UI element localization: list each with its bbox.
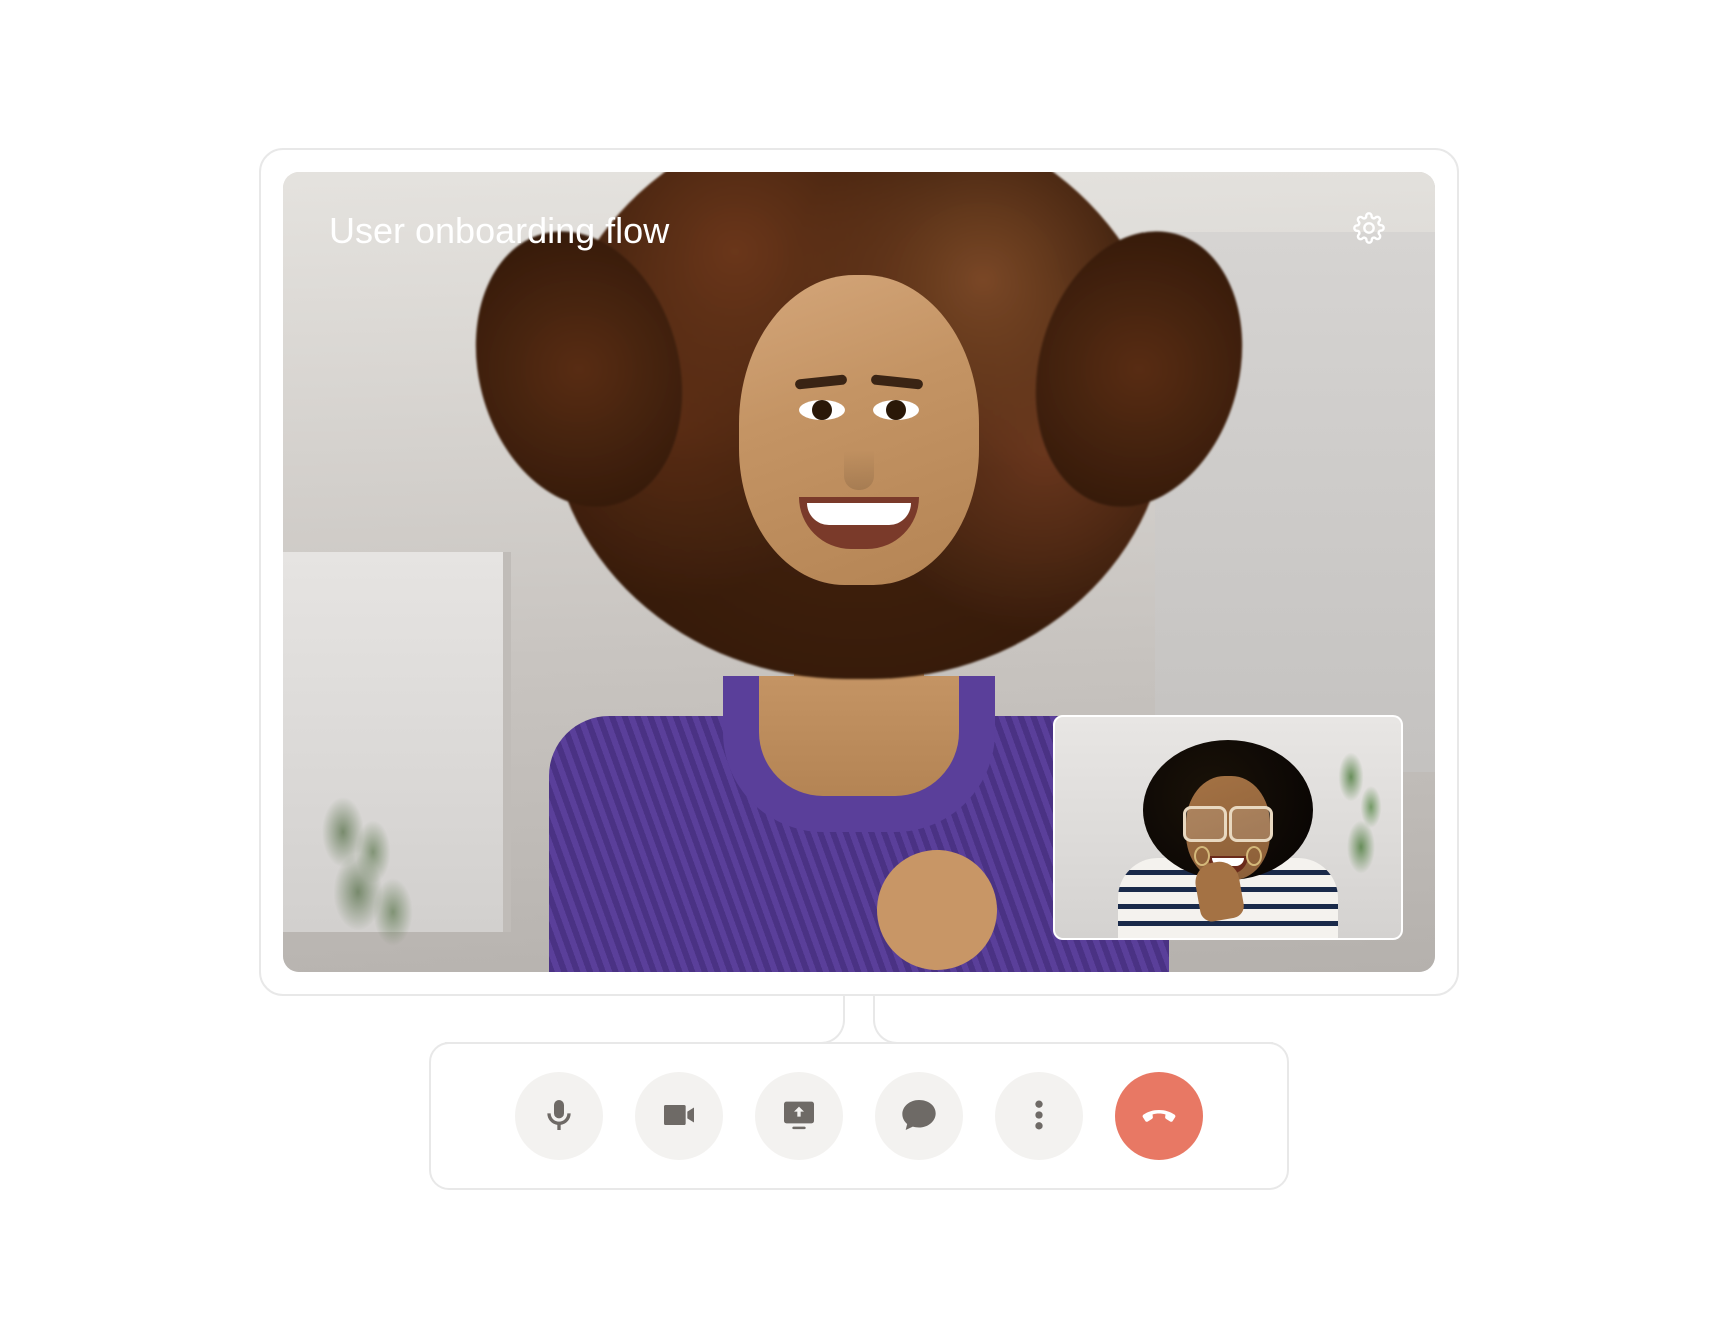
video-call-window: User onboarding flow (259, 148, 1459, 996)
screen-share-icon (779, 1095, 819, 1138)
chat-button[interactable] (875, 1072, 963, 1160)
more-options-button[interactable] (995, 1072, 1083, 1160)
more-options-icon (1019, 1095, 1059, 1138)
window-connector (445, 994, 1273, 1044)
settings-button[interactable] (1347, 208, 1391, 252)
self-view-pip[interactable] (1053, 715, 1403, 940)
gear-icon (1353, 212, 1385, 249)
call-toolbar (429, 1042, 1289, 1190)
video-frame: User onboarding flow (283, 172, 1435, 972)
share-screen-button[interactable] (755, 1072, 843, 1160)
hang-up-icon (1139, 1095, 1179, 1138)
chat-icon (899, 1095, 939, 1138)
call-title: User onboarding flow (329, 210, 669, 252)
video-camera-icon (659, 1095, 699, 1138)
hang-up-button[interactable] (1115, 1072, 1203, 1160)
microphone-icon (539, 1095, 579, 1138)
camera-button[interactable] (635, 1072, 723, 1160)
mute-button[interactable] (515, 1072, 603, 1160)
